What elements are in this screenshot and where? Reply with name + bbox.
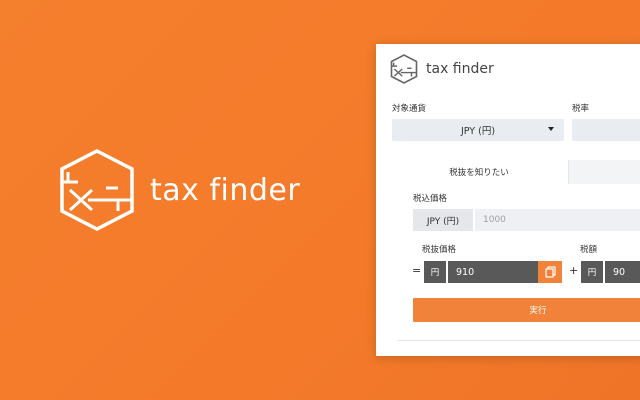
currency-label: 対象通貨: [392, 104, 427, 114]
tax-included-price-label: 税込価格: [413, 194, 448, 204]
excl-prefix-text: 円: [430, 268, 440, 278]
mode-tabs: 税抜を知りたい 税込: [392, 160, 640, 184]
tax-excluded-price-output: 910: [448, 261, 538, 283]
plus-sign: +: [569, 264, 579, 277]
panel-header: tax finder: [390, 54, 494, 84]
panel-app-name: tax finder: [426, 61, 494, 77]
currency-select[interactable]: JPY (円): [392, 119, 564, 141]
hero-app-name: tax finder: [150, 172, 301, 208]
execute-button-label: 実行: [529, 306, 547, 316]
copy-icon: [544, 266, 556, 278]
app-panel: tax finder 対象通貨 税率 JPY (円) 税抜を知りたい 税込 税込…: [376, 44, 640, 356]
currency-select-value: JPY (円): [460, 126, 496, 137]
excl-value-text: 910: [456, 266, 475, 278]
tax-finder-logo-icon: [390, 54, 418, 84]
tax-rate-select[interactable]: [572, 119, 640, 141]
execute-button[interactable]: 実行: [413, 298, 640, 322]
equals-sign: =: [412, 264, 422, 277]
tax-prefix-text: 円: [587, 268, 597, 278]
tab-excluded[interactable]: 税抜を知りたい: [392, 160, 566, 184]
tax-amount-output: 90: [605, 261, 640, 283]
tax-included-price-input[interactable]: 1000: [475, 209, 640, 231]
excl-currency-prefix: 円: [424, 261, 446, 283]
incl-value-text: 1000: [483, 215, 506, 225]
incl-currency-prefix: JPY (円): [413, 209, 473, 231]
copy-excluded-button[interactable]: [538, 261, 562, 283]
tab-excluded-label: 税抜を知りたい: [449, 168, 509, 178]
tax-excluded-price-label: 税抜価格: [422, 245, 457, 255]
caret-down-icon: [548, 127, 554, 131]
tab-included[interactable]: 税込: [568, 160, 640, 184]
tax-currency-prefix: 円: [581, 261, 603, 283]
tax-amount-label: 税額: [580, 245, 598, 255]
incl-prefix-text: JPY (円): [426, 216, 460, 227]
tax-finder-logo-icon: [60, 149, 134, 231]
hero-brand: tax finder: [58, 148, 300, 232]
tax-value-text: 90: [613, 266, 626, 278]
tax-rate-label: 税率: [572, 104, 590, 114]
divider: [398, 340, 640, 341]
